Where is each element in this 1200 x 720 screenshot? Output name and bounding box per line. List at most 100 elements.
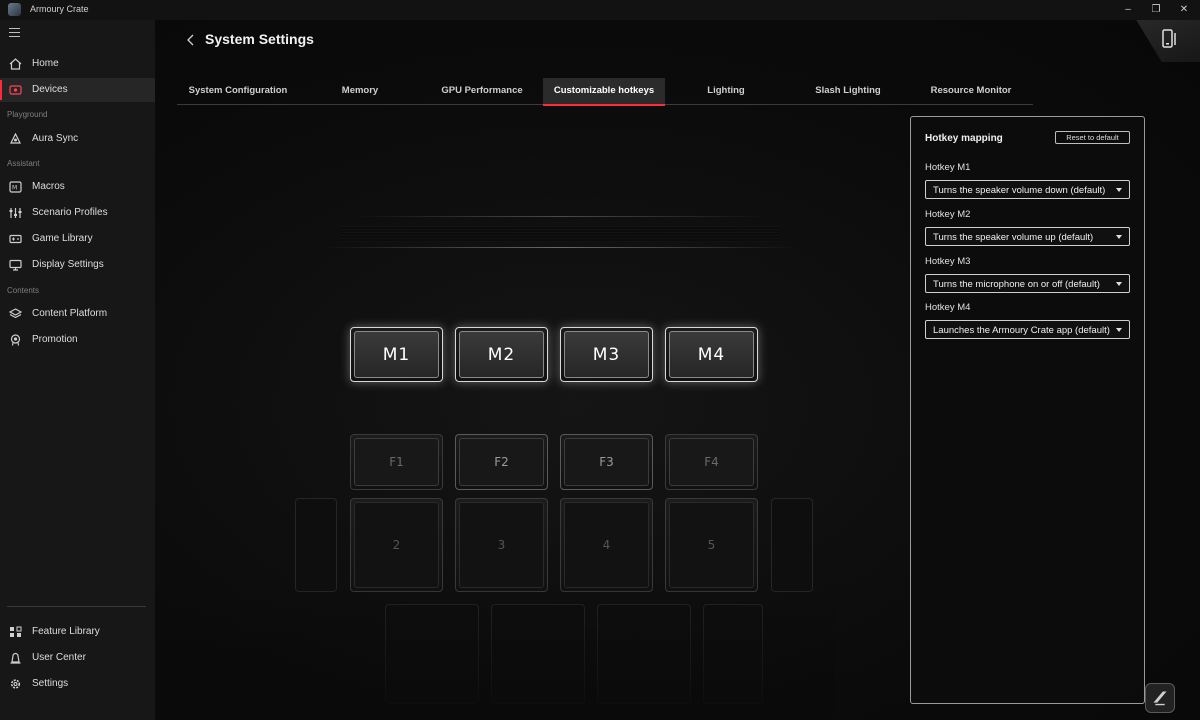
number-4-key: 4 [560,498,653,592]
sidebar-item-display-settings[interactable]: Display Settings [0,253,155,277]
sidebar-item-settings[interactable]: Settings [0,672,155,696]
sidebar-item-label: Content Platform [32,308,108,319]
hotkey-m1-label: Hotkey M1 [925,162,971,173]
number-5-key: 5 [665,498,758,592]
back-chevron-icon[interactable] [184,33,198,47]
key-label: M3 [564,331,649,378]
m1-key[interactable]: M1 [350,327,443,382]
sidebar-item-label: User Center [32,652,86,663]
key-label: 4 [564,502,649,588]
key-label: M4 [669,331,754,378]
sidebar-item-scenario-profiles[interactable]: Scenario Profiles [0,201,155,225]
f2-key: F2 [455,434,548,490]
device-switch-icon[interactable] [1160,29,1180,49]
minimize-icon[interactable]: – [1120,2,1136,18]
dropdown-value: Turns the microphone on or off (default) [933,279,1100,290]
ghost-key [295,498,337,592]
content-platform-icon [9,308,22,319]
section-label-playground: Playground [7,110,48,119]
m4-key[interactable]: M4 [665,327,758,382]
key-label: M2 [459,331,544,378]
tab-slash-lighting[interactable]: Slash Lighting [787,78,909,105]
sidebar-item-promotion[interactable]: Promotion [0,328,155,352]
key-label: 2 [354,502,439,588]
hotkey-m4-dropdown[interactable]: Launches the Armoury Crate app (default) [925,320,1130,339]
hotkey-m3-dropdown[interactable]: Turns the microphone on or off (default) [925,274,1130,293]
sidebar-item-devices[interactable]: Devices [0,78,155,102]
section-label-contents: Contents [7,286,40,295]
feature-library-icon [10,626,22,637]
sidebar-item-label: Aura Sync [32,133,79,144]
devices-icon [9,85,22,95]
caret-down-icon [1116,328,1122,332]
sidebar-item-feature-library[interactable]: Feature Library [0,620,155,644]
hotkey-m3-label: Hotkey M3 [925,256,971,267]
display-settings-icon [9,259,22,271]
page-title: System Settings [205,31,314,47]
restore-icon[interactable]: ❐ [1148,2,1164,18]
tab-lighting[interactable]: Lighting [665,78,787,105]
hotkey-mapping-panel: Hotkey mapping Reset to default Hotkey M… [910,116,1145,704]
key-label: 5 [669,502,754,588]
armoury-crate-logo-icon [8,3,21,16]
sidebar-item-label: Macros [32,181,65,192]
sidebar-divider [7,606,146,607]
m2-key[interactable]: M2 [455,327,548,382]
key-label: M1 [354,331,439,378]
key-label: F1 [354,438,439,486]
sidebar-item-label: Settings [32,678,69,689]
gear-icon [10,679,21,689]
sidebar-item-label: Devices [32,84,68,95]
close-icon[interactable]: ✕ [1176,2,1192,18]
tab-memory[interactable]: Memory [299,78,421,105]
dropdown-value: Turns the speaker volume down (default) [933,185,1106,196]
sidebar-item-aura-sync[interactable]: Aura Sync [0,127,155,151]
sidebar-item-label: Home [32,58,59,69]
m3-key[interactable]: M3 [560,327,653,382]
home-icon [9,58,22,70]
section-label-assistant: Assistant [7,159,40,168]
keyboard-top-edge [325,247,795,248]
game-library-icon [9,234,22,244]
tab-gpu-performance[interactable]: GPU Performance [421,78,543,105]
dropdown-value: Launches the Armoury Crate app (default) [933,325,1110,336]
slash-shortcut-button[interactable] [1145,683,1175,713]
sidebar-item-label: Feature Library [32,626,100,637]
hamburger-menu-icon[interactable] [9,28,20,37]
key-label: F2 [459,438,544,486]
scenario-profiles-icon [9,208,22,218]
sidebar: Home Devices Playground Aura Sync Assist… [0,20,155,720]
sidebar-item-label: Scenario Profiles [32,207,108,218]
sidebar-item-home[interactable]: Home [0,52,155,76]
tab-system-configuration[interactable]: System Configuration [177,78,299,105]
ghost-key [771,498,813,592]
svg-text:M: M [12,185,17,192]
macros-icon: M [9,181,22,193]
sidebar-item-label: Promotion [32,334,78,345]
caret-down-icon [1116,188,1122,192]
key-label: F3 [564,438,649,486]
main-content: System Settings System Configuration Mem… [155,20,1200,720]
f3-key: F3 [560,434,653,490]
sidebar-item-content-platform[interactable]: Content Platform [0,302,155,326]
tab-customizable-hotkeys[interactable]: Customizable hotkeys [543,78,665,106]
hotkey-m1-dropdown[interactable]: Turns the speaker volume down (default) [925,180,1130,199]
tab-bar: System Configuration Memory GPU Performa… [177,78,1033,106]
reset-to-default-button[interactable]: Reset to default [1055,131,1130,144]
f4-key: F4 [665,434,758,490]
sidebar-item-game-library[interactable]: Game Library [0,227,155,251]
f1-key: F1 [350,434,443,490]
number-3-key: 3 [455,498,548,592]
slash-icon [1153,691,1167,706]
hotkey-m2-dropdown[interactable]: Turns the speaker volume up (default) [925,227,1130,246]
title-bar: Armoury Crate – ❐ ✕ [0,0,1200,20]
sidebar-item-label: Display Settings [32,259,104,270]
panel-title: Hotkey mapping [925,133,1003,144]
sidebar-item-macros[interactable]: M Macros [0,175,155,199]
aura-sync-icon [10,133,21,144]
sidebar-item-user-center[interactable]: User Center [0,646,155,670]
hotkey-m4-label: Hotkey M4 [925,302,971,313]
dropdown-value: Turns the speaker volume up (default) [933,232,1094,243]
promotion-icon [10,334,21,346]
tab-resource-monitor[interactable]: Resource Monitor [909,78,1033,105]
